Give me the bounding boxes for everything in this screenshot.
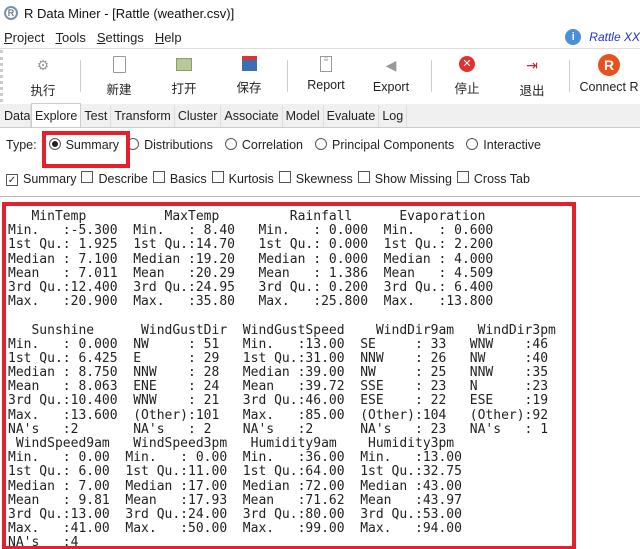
radio-principal-components[interactable]: Principal Components <box>303 138 454 152</box>
tab-test[interactable]: Test <box>81 105 112 127</box>
separator <box>80 60 81 92</box>
report-button[interactable]: ≡ Report <box>296 54 356 93</box>
execute-button[interactable]: ⚙ 执行 <box>13 54 73 99</box>
checkbox-icon <box>152 171 165 183</box>
check-cross-tab[interactable]: Cross Tab <box>452 171 530 186</box>
check-summary[interactable]: ✓ Summary <box>6 172 76 186</box>
quit-button[interactable]: ⇥ 退出 <box>502 54 562 99</box>
stop-button[interactable]: ✕ 停止 <box>437 54 497 97</box>
output-line: 1st Qu.: 6.425 E : 29 1st Qu.:31.00 NNW … <box>8 350 549 366</box>
output-line: Min. : 0.000 NW : 51 Min. :13.00 SE : 33… <box>8 336 549 352</box>
output-line: Median : 8.750 NNW : 28 Median :39.00 NW… <box>8 365 549 381</box>
gears-icon: ⚙ <box>36 57 50 73</box>
tab-transform[interactable]: Transform <box>111 105 175 127</box>
radio-icon <box>466 138 479 150</box>
output-line: WindSpeed9am WindSpeed3pm Humidity9am Hu… <box>8 436 455 451</box>
open-button[interactable]: 打开 <box>154 54 214 97</box>
radio-correlation[interactable]: Correlation <box>213 138 303 152</box>
tab-associate[interactable]: Associate <box>221 105 283 127</box>
check-basics[interactable]: Basics <box>148 171 207 186</box>
radio-icon <box>224 138 237 150</box>
tab-log[interactable]: Log <box>379 105 408 127</box>
window-title: R Data Miner - [Rattle (weather.csv)] <box>24 5 235 21</box>
menu-settings[interactable]: Settings <box>97 30 144 45</box>
save-button[interactable]: 保存 <box>219 54 279 96</box>
tab-data[interactable]: Data <box>0 105 31 127</box>
output-line: Max. :41.00 Max. :50.00 Max. :99.00 Max.… <box>8 521 462 537</box>
output-line: Median : 7.100 Median :19.20 Median : 0.… <box>8 251 494 267</box>
tab-explore[interactable]: Explore <box>31 103 82 127</box>
check-show-missing[interactable]: Show Missing <box>353 171 452 186</box>
output-line: NA's :2 NA's : 2 NA's :2 NA's : 23 NA's … <box>8 421 549 437</box>
new-button[interactable]: 新建 <box>89 54 149 98</box>
output-line: Mean : 9.81 Mean :17.93 Mean :71.62 Mean… <box>8 492 462 508</box>
about-link[interactable]: i Rattle XX <box>565 29 640 45</box>
output-line: MinTemp MaxTemp Rainfall Evaporation <box>8 209 486 224</box>
checkbox-icon <box>456 171 469 183</box>
tab-bar: Data Explore Test Transform Cluster Asso… <box>0 103 640 128</box>
highlight-box <box>42 131 130 168</box>
checkbox-icon <box>357 171 370 183</box>
summary-options: ✓ Summary Describe Basics Kurtosis Skewne… <box>6 171 530 186</box>
tab-evaluate[interactable]: Evaluate <box>324 105 380 127</box>
output-line: 3rd Qu.:13.00 3rd Qu.:24.00 3rd Qu.:80.0… <box>8 506 462 522</box>
tab-cluster[interactable]: Cluster <box>175 105 222 127</box>
r-logo-icon: R <box>4 6 18 20</box>
check-kurtosis[interactable]: Kurtosis <box>207 171 274 186</box>
output-line: Min. :-5.300 Min. : 8.40 Min. : 0.000 Mi… <box>8 223 494 239</box>
output-line: Mean : 7.011 Mean :20.29 Mean : 1.386 Me… <box>8 265 494 281</box>
toolbar: ⚙ 执行 新建 打开 保存 ≡ Report ◀ Export ✕ 停止 ⇥ 退出 R Co… <box>0 50 640 102</box>
checkbox-icon <box>278 171 291 183</box>
output-line: Mean : 8.063 ENE : 24 Mean :39.72 SSE : … <box>8 379 549 395</box>
stop-icon: ✕ <box>459 56 475 72</box>
output-line: Max. :20.900 Max. :35.80 Max. :25.800 Ma… <box>8 294 494 310</box>
output-line: 3rd Qu.:10.400 WNW : 21 3rd Qu.:46.00 ES… <box>8 393 549 409</box>
export-button[interactable]: ◀ Export <box>361 54 421 94</box>
output-line: 1st Qu.: 6.00 1st Qu.:11.00 1st Qu.:64.0… <box>8 464 462 480</box>
menu-bar: Project Tools Settings Help <box>0 27 640 49</box>
report-icon: ≡ <box>320 56 332 72</box>
output-line: 1st Qu.: 1.925 1st Qu.:14.70 1st Qu.: 0.… <box>8 237 494 253</box>
checkbox-icon <box>81 171 94 183</box>
divider <box>0 196 640 197</box>
tab-model[interactable]: Model <box>283 105 324 127</box>
about-label: Rattle XX <box>589 30 640 44</box>
check-describe[interactable]: Describe <box>76 171 148 186</box>
r-connect-icon: R <box>598 54 620 76</box>
type-label: Type: <box>6 138 37 152</box>
new-file-icon <box>112 56 126 73</box>
menu-tools[interactable]: Tools <box>55 30 85 45</box>
connect-r-button[interactable]: R Connect R <box>575 54 640 94</box>
output-line: Sunshine WindGustDir WindGustSpeed WindD… <box>8 322 556 338</box>
floppy-disk-icon <box>241 56 257 71</box>
output-text: MinTemp MaxTemp Rainfall Evaporation Min.… <box>6 206 572 549</box>
info-icon: i <box>565 29 582 45</box>
output-line: NA's :4 <box>8 535 79 549</box>
summary-output[interactable]: MinTemp MaxTemp Rainfall Evaporation Min.… <box>2 202 576 549</box>
exit-door-icon: ⇥ <box>526 57 538 73</box>
menu-help[interactable]: Help <box>155 30 182 45</box>
menu-project[interactable]: Project <box>4 30 44 45</box>
checkbox-icon <box>211 171 224 183</box>
folder-icon <box>176 58 192 71</box>
output-line: 3rd Qu.:12.400 3rd Qu.:24.95 3rd Qu.: 0.… <box>8 279 494 295</box>
check-skewness[interactable]: Skewness <box>274 171 353 186</box>
export-icon: ◀ <box>385 57 397 73</box>
output-line: Median : 7.00 Median :17.00 Median :72.0… <box>8 478 462 494</box>
separator <box>431 60 432 92</box>
radio-icon <box>314 138 327 150</box>
radio-distributions[interactable]: Distributions <box>119 138 213 152</box>
output-line: Min. : 0.00 Min. : 0.00 Min. :36.00 Min.… <box>8 450 462 466</box>
separator <box>287 60 288 92</box>
radio-interactive[interactable]: Interactive <box>454 138 541 152</box>
checkbox-checked-icon: ✓ <box>6 173 18 186</box>
separator <box>569 60 570 92</box>
title-bar: R R Data Miner - [Rattle (weather.csv)] <box>0 0 640 26</box>
output-line: Max. :13.600 (Other):101 Max. :85.00 (Ot… <box>8 407 549 423</box>
